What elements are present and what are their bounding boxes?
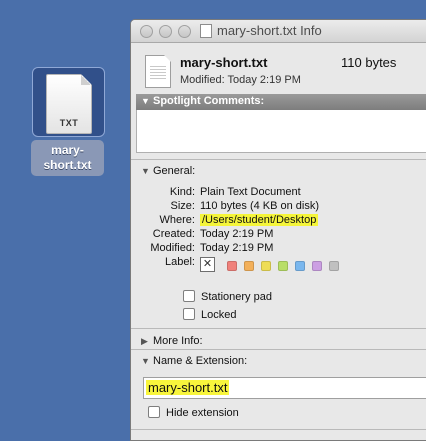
file-label-line2: short.txt [43,158,92,172]
divider [131,159,426,160]
stationery-label: Stationery pad [201,291,272,303]
general-title: General: [153,165,196,177]
disclosure-open-icon: ▼ [141,356,150,366]
divider [131,429,426,430]
label-swatch-blue[interactable] [295,261,305,271]
size-value: 110 bytes (4 KB on disk) [200,200,320,212]
locked-label: Locked [201,309,237,321]
name-extension-field[interactable]: mary-short.txt [143,377,426,399]
checkbox-icon[interactable] [183,290,195,302]
label-swatch-orange[interactable] [244,261,254,271]
label-swatch-yellow[interactable] [261,261,271,271]
created-label: Created: [152,228,195,240]
general-section-header[interactable]: ▼ General: [141,165,195,177]
checkbox-icon[interactable] [183,308,195,320]
disclosure-open-icon: ▼ [141,166,150,176]
modified-summary: Modified: Today 2:19 PM [180,74,301,86]
label-swatch-red[interactable] [227,261,237,271]
name-extension-section-header[interactable]: ▼ Name & Extension: [141,355,247,367]
zoom-button[interactable] [178,25,191,38]
info-header: mary-short.txt 110 bytes Modified: Today… [131,43,426,93]
disclosure-closed-icon: ▶ [141,336,148,346]
kind-label: Kind: [169,186,195,198]
label-swatch-gray[interactable] [329,261,339,271]
spotlight-comments-header[interactable]: ▼ Spotlight Comments: [136,94,426,110]
close-button[interactable] [140,25,153,38]
kind-value: Plain Text Document [200,186,301,198]
hide-extension-label: Hide extension [166,407,239,419]
file-label-line1: mary- [51,143,84,157]
modified-label: Modified: [150,242,195,254]
file-size: 110 bytes [341,55,397,70]
name-extension-value: mary-short.txt [146,380,230,395]
hide-extension-checkbox[interactable]: Hide extension [148,406,239,419]
title-bar[interactable]: mary-short.txt Info [131,20,426,43]
more-info-section-header[interactable]: ▶ More Info: [141,335,203,347]
desktop-file-label[interactable]: mary- short.txt [31,140,104,176]
label-swatch-purple[interactable] [312,261,322,271]
label-label: Label: [165,256,195,268]
checkbox-icon[interactable] [148,406,160,418]
label-swatch-green[interactable] [278,261,288,271]
divider [131,328,426,329]
window-title: mary-short.txt Info [217,23,322,38]
spotlight-comments-field[interactable] [136,110,426,153]
document-icon [145,55,171,88]
stationery-pad-checkbox[interactable]: Stationery pad [183,290,272,303]
title-document-icon [200,24,212,38]
label-none-x-icon[interactable]: ✕ [200,257,215,272]
created-value: Today 2:19 PM [200,228,274,240]
modified-value: Today 2:19 PM [200,242,274,254]
info-window: mary-short.txt Info mary-short.txt 110 b… [130,19,426,441]
size-label: Size: [170,200,195,212]
file-badge: TXT [59,118,79,128]
more-info-title: More Info: [153,335,203,347]
where-value: /Users/student/Desktop [200,214,319,226]
divider [131,349,426,350]
name-extension-title: Name & Extension: [153,355,248,367]
desktop-file-icon[interactable]: TXT [32,67,105,137]
where-label: Where: [159,214,195,226]
minimize-button[interactable] [159,25,172,38]
spotlight-title: Spotlight Comments: [153,95,265,107]
text-document-icon: TXT [46,74,92,134]
file-name: mary-short.txt [180,55,268,70]
disclosure-open-icon: ▼ [141,96,150,106]
locked-checkbox[interactable]: Locked [183,308,236,321]
